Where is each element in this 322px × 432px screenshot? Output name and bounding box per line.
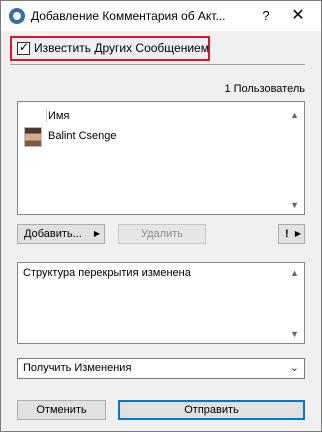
- mode-select[interactable]: Получить Изменения ⌄: [17, 358, 305, 379]
- scroll-down-icon[interactable]: ▼: [290, 200, 299, 210]
- help-button[interactable]: ?: [256, 7, 276, 25]
- window-title: Добавление Комментария об Акт...: [31, 9, 226, 23]
- notify-checkbox[interactable]: ✓: [17, 40, 30, 55]
- user-list[interactable]: Имя ▲ Balint Csenge ▼: [17, 101, 305, 215]
- chevron-down-icon: ⌄: [289, 362, 299, 374]
- mode-select-value: Получить Изменения: [23, 362, 132, 374]
- column-header-name[interactable]: Имя: [48, 110, 69, 122]
- user-name: Balint Csenge: [48, 130, 117, 142]
- submenu-arrow-icon: ▶: [294, 229, 301, 238]
- checkmark-icon: ✓: [19, 40, 30, 54]
- submenu-arrow-icon: ▶: [93, 229, 100, 238]
- send-button[interactable]: Отправить: [118, 400, 305, 420]
- add-user-label: Добавить...: [24, 228, 82, 240]
- list-item[interactable]: Balint Csenge: [20, 127, 280, 147]
- title-bar[interactable]: Добавление Комментария об Акт... ? ✕: [1, 1, 321, 31]
- add-user-button[interactable]: Добавить... ▶: [17, 224, 105, 244]
- importance-button[interactable]: ! ▶: [278, 224, 305, 244]
- scroll-down-icon[interactable]: ▼: [290, 329, 299, 339]
- exclamation-icon: !: [285, 228, 289, 240]
- notify-label[interactable]: Известить Других Сообщением: [34, 41, 209, 55]
- avatar: [24, 127, 42, 147]
- cancel-button[interactable]: Отменить: [17, 400, 106, 420]
- dialog-window: Добавление Комментария об Акт... ? ✕ ✓ И…: [0, 0, 322, 432]
- close-button[interactable]: ✕: [284, 5, 312, 27]
- comment-textarea[interactable]: Структура перекрытия изменена ▲ ▼: [17, 262, 305, 344]
- user-count: 1 Пользователь: [224, 83, 305, 95]
- scroll-up-icon[interactable]: ▲: [290, 268, 299, 278]
- scroll-up-icon[interactable]: ▲: [290, 110, 299, 120]
- archicad-app-icon: [9, 8, 25, 24]
- column-divider: [46, 108, 47, 122]
- separator: [10, 64, 305, 65]
- delete-user-button[interactable]: Удалить: [118, 224, 206, 244]
- comment-text: Структура перекрытия изменена: [23, 267, 191, 279]
